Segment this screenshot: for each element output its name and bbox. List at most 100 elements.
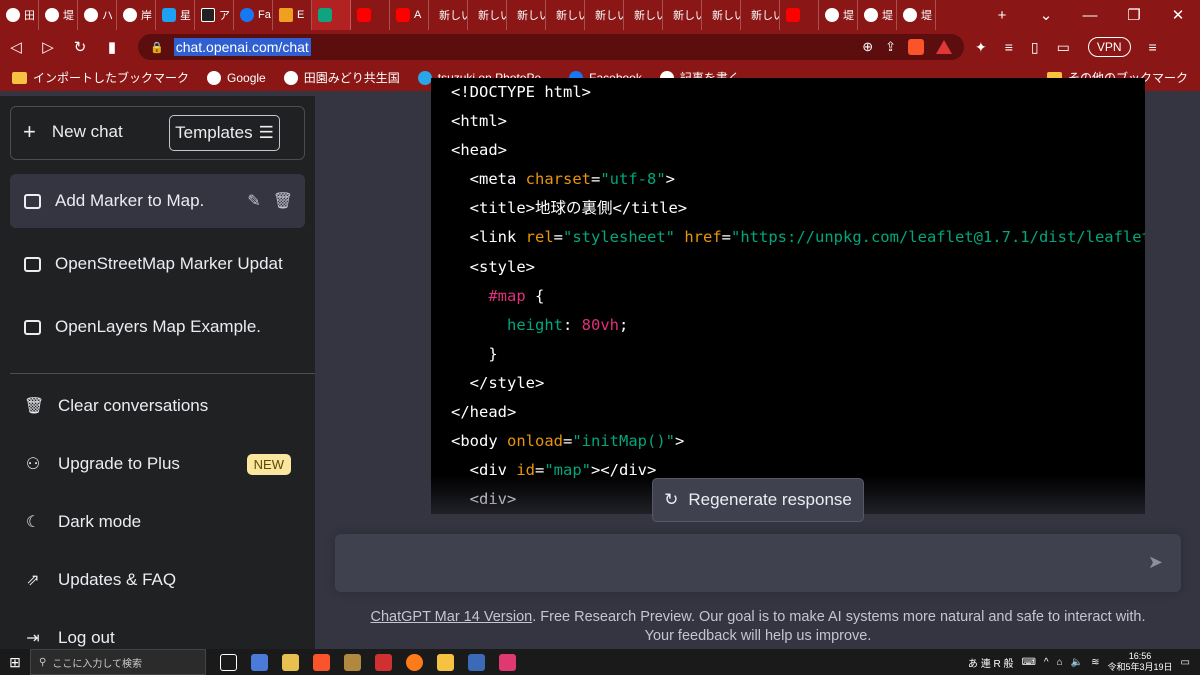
browser-tab[interactable]: 新しい <box>546 0 585 30</box>
lock-icon: 🔒 <box>150 41 164 54</box>
browser-tab[interactable]: Fa <box>234 0 273 30</box>
tab-label: 新しい <box>517 10 545 22</box>
browser-tab[interactable] <box>312 0 351 30</box>
extensions-icon[interactable]: ✦ <box>975 39 987 56</box>
browser-tab[interactable]: 田 <box>0 0 39 30</box>
code-line: <title>地球の裏側</title> <box>451 194 1145 223</box>
code-token: <!DOCTYPE html> <box>451 83 591 101</box>
app-icon[interactable] <box>375 653 392 671</box>
volume-icon[interactable]: 🔈 <box>1071 657 1083 668</box>
browser-tab[interactable]: ア <box>195 0 234 30</box>
browser-tab[interactable]: 堤 <box>897 0 936 30</box>
bookmark-item[interactable]: 田園みどり共生国 <box>283 69 400 86</box>
browser-tab[interactable]: 堤 <box>39 0 78 30</box>
omnibox[interactable]: 🔒 chat.openai.com/chat ⊕ ⇪ <box>138 34 964 60</box>
code-token: <meta <box>451 170 526 189</box>
windows-start-icon[interactable]: ⊞ <box>0 654 30 671</box>
browser-tab[interactable] <box>780 0 819 30</box>
network-icon[interactable]: ⌂ <box>1057 657 1063 668</box>
playlist-icon[interactable]: ≡ <box>1005 39 1013 55</box>
new-tab-icon[interactable]: + <box>980 7 1024 24</box>
share-icon[interactable]: ⇪ <box>885 39 896 55</box>
tab-label: 新しい <box>478 10 506 22</box>
templates-label: Templates <box>175 123 253 142</box>
sidebar-menu-item[interactable]: ☾ Dark mode <box>10 500 305 544</box>
bookmark-label: 田園みどり共生国 <box>303 71 400 85</box>
code-block: <!DOCTYPE html> <html> <head> <meta charse… <box>431 78 1145 514</box>
user-icon: ⚇ <box>25 456 41 473</box>
conversation-item[interactable]: OpenLayers Map Example. <box>10 300 305 354</box>
templates-button[interactable]: Templates ☰ <box>169 115 280 151</box>
bookmark-item[interactable]: Google <box>207 69 266 86</box>
forward-icon[interactable]: ▷ <box>32 38 64 56</box>
vpn-button[interactable]: VPN <box>1087 37 1131 57</box>
minimize-icon[interactable]: — <box>1068 7 1112 24</box>
browser-tab[interactable]: E <box>273 0 312 30</box>
globe-icon <box>283 70 298 85</box>
wallet-icon[interactable]: ▭ <box>1057 39 1070 56</box>
brave-rewards-icon[interactable] <box>936 40 952 54</box>
sidebar-menu-item[interactable]: ⇗ Updates & FAQ <box>10 558 305 602</box>
bookmark-item[interactable]: インポートしたブックマーク <box>12 69 189 86</box>
notification-icon[interactable]: ▭ <box>1181 657 1190 668</box>
chevron-up-icon[interactable]: ^ <box>1044 657 1049 668</box>
brave-shield-icon[interactable] <box>908 39 924 55</box>
code-line: } <box>451 340 1145 369</box>
globe-icon <box>45 8 59 22</box>
bookmark-icon[interactable]: ▮ <box>96 38 128 56</box>
edit-icon[interactable]: ✎ <box>247 191 260 211</box>
app-icon[interactable] <box>499 653 516 671</box>
zoom-icon[interactable]: ⊕ <box>862 39 873 55</box>
browser-tab[interactable]: 新しい <box>741 0 780 30</box>
regenerate-button[interactable]: ↻ Regenerate response <box>652 478 864 522</box>
restore-icon[interactable]: ❐ <box>1112 6 1156 24</box>
app-icon[interactable] <box>282 653 299 671</box>
app-icon[interactable] <box>344 653 361 671</box>
browser-tab[interactable]: 堤 <box>858 0 897 30</box>
sidebar-toggle-icon[interactable]: ▯ <box>1031 39 1039 56</box>
tab-label: ハ <box>102 10 113 22</box>
conversation-item[interactable]: Add Marker to Map. ✎ 🗑 <box>10 174 305 228</box>
browser-tab[interactable]: 堤 <box>819 0 858 30</box>
new-chat-area: + New chat Templates ☰ <box>10 106 305 160</box>
browser-tab[interactable]: ハ <box>78 0 117 30</box>
app-icon[interactable] <box>468 653 485 671</box>
conversation-item[interactable]: OpenStreetMap Marker Updat <box>10 237 305 291</box>
code-token: = <box>553 228 563 247</box>
browser-tab[interactable] <box>351 0 390 30</box>
reload-icon[interactable]: ↻ <box>64 38 96 56</box>
explorer-icon[interactable] <box>437 653 454 671</box>
firefox-icon[interactable] <box>406 653 423 671</box>
browser-tab[interactable]: 新しい <box>429 0 468 30</box>
browser-tab[interactable]: 新しい <box>585 0 624 30</box>
new-chat-button[interactable]: + New chat <box>23 121 123 143</box>
message-input[interactable] <box>349 552 1129 576</box>
browser-tab[interactable]: 岸 <box>117 0 156 30</box>
version-link[interactable]: ChatGPT Mar 14 Version <box>370 609 532 625</box>
code-token: height <box>507 315 563 334</box>
brave-icon[interactable] <box>313 653 330 671</box>
browser-tab[interactable]: 新しい <box>702 0 741 30</box>
browser-tab[interactable]: A <box>390 0 429 30</box>
task-view-icon[interactable] <box>220 653 237 671</box>
trash-icon[interactable]: 🗑 <box>273 191 293 211</box>
url-text[interactable]: chat.openai.com/chat <box>173 38 311 56</box>
browser-tab[interactable]: 新しい <box>507 0 546 30</box>
ime-indicator[interactable]: あ 連 R 般 <box>968 655 1014 670</box>
taskbar-search[interactable]: ⚲ ここに入力して検索 <box>30 649 206 675</box>
browser-tab[interactable]: 新しい <box>663 0 702 30</box>
sidebar-menu-item[interactable]: 🗑 Clear conversations <box>10 384 305 428</box>
close-window-icon[interactable]: ✕ <box>1156 6 1200 24</box>
browser-tab[interactable]: 新しい <box>624 0 663 30</box>
sidebar-menu-item[interactable]: ⚇ Upgrade to Plus NEW <box>10 442 305 486</box>
menu-icon[interactable]: ≡ <box>1149 39 1157 55</box>
clock[interactable]: 16:56 令和5年3月19日 <box>1108 651 1173 673</box>
wifi-icon[interactable]: ≋ <box>1091 657 1099 668</box>
back-icon[interactable]: ◁ <box>0 38 32 56</box>
browser-tab[interactable]: 新しい <box>468 0 507 30</box>
browser-tab[interactable]: 星 <box>156 0 195 30</box>
app-icon[interactable] <box>251 653 268 671</box>
send-icon[interactable]: ➤ <box>1148 552 1163 573</box>
tab-search-icon[interactable]: ⌄ <box>1024 6 1068 24</box>
keyboard-icon[interactable]: ⌨ <box>1021 657 1035 668</box>
